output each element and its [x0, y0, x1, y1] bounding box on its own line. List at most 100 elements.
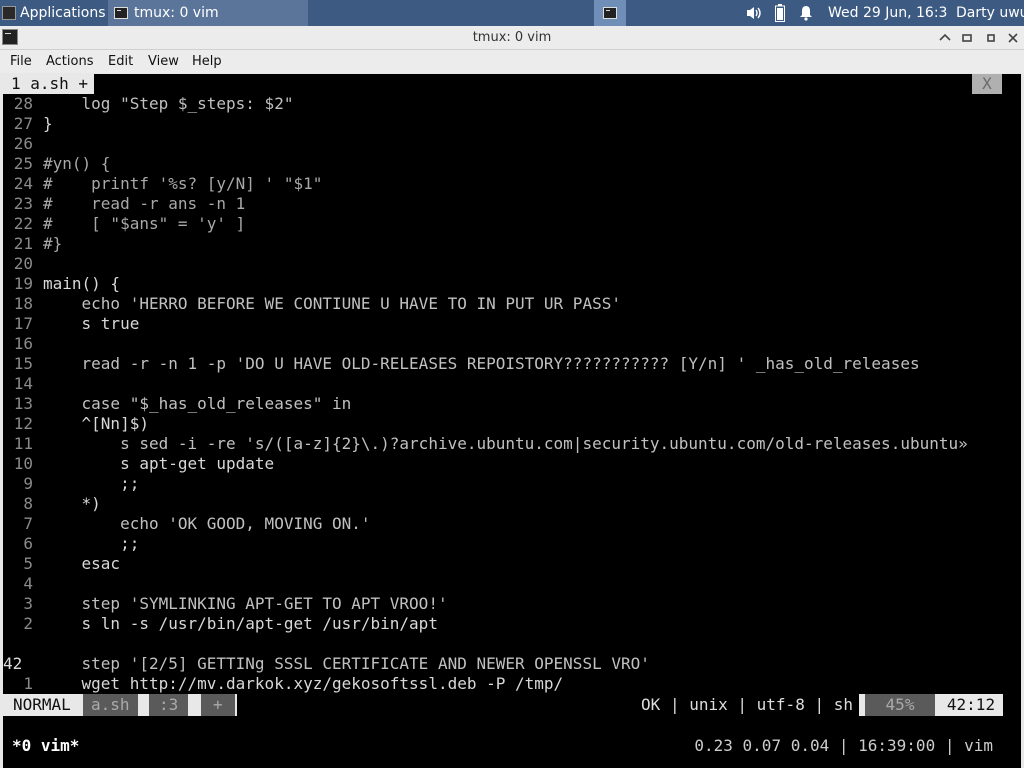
- line-number: 16: [13, 334, 33, 353]
- restore-icon[interactable]: [982, 28, 1000, 48]
- line-number: 23: [13, 194, 33, 213]
- code-line[interactable]: 9 ;;: [3, 474, 1003, 494]
- terminal-icon: [2, 6, 16, 20]
- code-line[interactable]: 24 # printf '%s? [y/N] ' "$1": [3, 174, 1003, 194]
- line-number: 10: [13, 454, 33, 473]
- status-ok: OK: [641, 695, 661, 714]
- line-number: 2: [23, 614, 33, 633]
- code-line[interactable]: 5 esac: [3, 554, 1003, 574]
- vim-tab-active[interactable]: 1 a.sh +: [3, 74, 95, 94]
- vim-buffer[interactable]: 28 log "Step $_steps: $2" 27} 26 25 #yn() {2…: [3, 94, 1021, 694]
- line-number: 1: [23, 674, 33, 693]
- line-number: 26: [13, 134, 33, 153]
- line-number: 12: [13, 414, 33, 433]
- code-line[interactable]: 8 *): [3, 494, 1003, 514]
- status-plus: +: [201, 694, 235, 716]
- menu-file[interactable]: File: [10, 50, 32, 73]
- status-fileinfo: OK | unix | utf-8 | sh: [623, 694, 859, 716]
- code-line[interactable]: 4: [3, 574, 1003, 594]
- code-line[interactable]: 2 s ln -s /usr/bin/apt-get /usr/bin/apt: [3, 614, 1003, 634]
- line-number: 19: [13, 274, 33, 293]
- code-line[interactable]: 27}: [3, 114, 1003, 134]
- clock[interactable]: Wed 29 Jun, 16:39: [828, 0, 948, 26]
- code-line[interactable]: 20: [3, 254, 1003, 274]
- user-menu[interactable]: Darty uwu: [956, 0, 1024, 26]
- code-line[interactable]: 11 s sed -i -re 's/([a-z]{2}\.)?archive.…: [3, 434, 1003, 454]
- line-number: 5: [23, 554, 33, 573]
- code-line[interactable]: 3 step 'SYMLINKING APT-GET TO APT VROO!': [3, 594, 1003, 614]
- user-label: Darty uwu: [956, 5, 1024, 21]
- line-text: s ln -s /usr/bin/apt-get /usr/bin/apt: [43, 614, 438, 633]
- applications-menu[interactable]: Applications: [2, 0, 106, 26]
- taskbar-task-tmux[interactable]: tmux: 0 vim: [108, 0, 308, 26]
- terminal[interactable]: 1 a.sh + X 28 log "Step $_steps: $2" 27} 2…: [3, 74, 1021, 766]
- line-text: s apt-get update: [43, 454, 275, 473]
- close-icon[interactable]: [1004, 28, 1022, 48]
- menu-help[interactable]: Help: [192, 50, 222, 73]
- menu-edit[interactable]: Edit: [108, 50, 133, 73]
- menubar: File Actions Edit View Help: [0, 50, 1024, 73]
- status-percent: 45%: [865, 694, 935, 716]
- code-line[interactable]: 17 s true: [3, 314, 1003, 334]
- line-number: 22: [13, 214, 33, 233]
- code-line[interactable]: 10 s apt-get update: [3, 454, 1003, 474]
- line-number: 20: [13, 254, 33, 273]
- tmux-window[interactable]: *0 vim*: [12, 736, 79, 756]
- window-titlebar[interactable]: tmux: 0 vim: [0, 26, 1024, 50]
- code-line[interactable]: 6 ;;: [3, 534, 1003, 554]
- code-line[interactable]: 13 case "$_has_old_releases" in: [3, 394, 1003, 414]
- code-line[interactable]: 25 #yn() {: [3, 154, 1003, 174]
- code-line[interactable]: 12 ^[Nn]$): [3, 414, 1003, 434]
- code-line[interactable]: 15 read -r -n 1 -p 'DO U HAVE OLD-RELEAS…: [3, 354, 1003, 374]
- line-text: wget http://mv.darkok.xyz/gekosoftssl.de…: [43, 674, 564, 693]
- code-line[interactable]: 16: [3, 334, 1003, 354]
- clock-label: Wed 29 Jun, 16:39: [828, 5, 948, 21]
- volume-icon[interactable]: [744, 0, 764, 26]
- line-text: esac: [43, 554, 121, 573]
- code-line[interactable]: 21 #}: [3, 234, 1003, 254]
- tmux-status-right: 0.23 0.07 0.04 | 16:39:00 | vim: [694, 736, 993, 755]
- code-line[interactable]: 7 echo 'OK GOOD, MOVING ON.': [3, 514, 1003, 534]
- line-number: 13: [13, 394, 33, 413]
- line-text: echo 'OK GOOD, MOVING ON.': [43, 514, 371, 533]
- code-line[interactable]: 19 main() {: [3, 274, 1003, 294]
- line-text: # read -r ans -n 1: [43, 194, 246, 213]
- line-number: 28: [13, 94, 33, 113]
- bell-icon[interactable]: [796, 0, 816, 26]
- line-number: 14: [13, 374, 33, 393]
- code-line[interactable]: 26: [3, 134, 1003, 154]
- minimize-icon[interactable]: [936, 28, 954, 48]
- status-lineref: :3: [149, 694, 189, 716]
- task-label: tmux: 0 vim: [134, 5, 219, 21]
- tab-close-button[interactable]: X: [972, 74, 1002, 94]
- maximize-icon[interactable]: [958, 28, 976, 48]
- code-line[interactable]: 23 # read -r ans -n 1: [3, 194, 1003, 214]
- terminal-icon: [114, 7, 128, 19]
- applications-label: Applications: [20, 5, 106, 21]
- code-line[interactable]: 18 echo 'HERRO BEFORE WE CONTIUNE U HAVE…: [3, 294, 1003, 314]
- line-text: ^[Nn]$): [43, 414, 149, 433]
- line-text: log "Step $_steps: $2": [43, 94, 294, 113]
- line-text: echo 'HERRO BEFORE WE CONTIUNE U HAVE TO…: [43, 294, 621, 313]
- line-text: *): [43, 494, 101, 513]
- line-number: 21: [13, 234, 33, 253]
- line-number: 24: [13, 174, 33, 193]
- line-text: # [ "$ans" = 'y' ]: [43, 214, 246, 233]
- line-text: #}: [43, 234, 63, 253]
- code-line[interactable]: [3, 634, 1003, 654]
- code-line[interactable]: 1 wget http://mv.darkok.xyz/gekosoftssl.…: [3, 674, 1003, 694]
- code-line[interactable]: 22 # [ "$ans" = 'y' ]: [3, 214, 1003, 234]
- menu-view[interactable]: View: [148, 50, 179, 73]
- code-line[interactable]: 14: [3, 374, 1003, 394]
- code-line[interactable]: 42 step '[2/5] GETTINg SSSL CERTIFICATE …: [3, 654, 1003, 674]
- code-line[interactable]: 28 log "Step $_steps: $2": [3, 94, 1003, 114]
- line-text: #yn() {: [43, 154, 111, 173]
- menu-actions[interactable]: Actions: [46, 50, 94, 73]
- vim-mode: NORMAL: [13, 695, 71, 714]
- line-number: 4: [23, 574, 33, 593]
- status-filetype: sh: [833, 695, 853, 714]
- line-text: main() {: [43, 274, 121, 293]
- battery-icon[interactable]: [772, 0, 788, 26]
- window-title: tmux: 0 vim: [472, 30, 552, 45]
- tray-terminal-button[interactable]: [594, 0, 626, 26]
